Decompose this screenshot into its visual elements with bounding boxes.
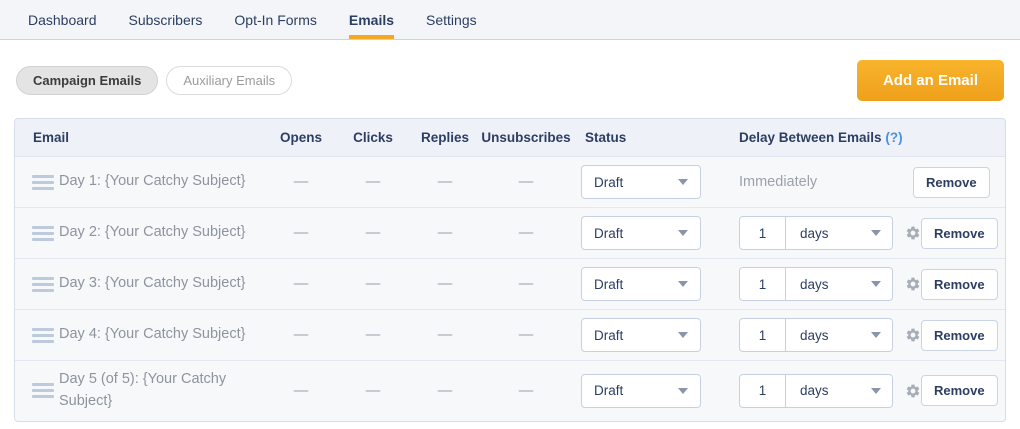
drag-handle-icon[interactable] (32, 276, 54, 292)
delay-help-link[interactable]: (?) (885, 130, 902, 145)
chevron-down-icon (871, 387, 881, 394)
unsubscribes-value: — (518, 382, 534, 399)
opens-value: — (293, 276, 309, 292)
header-delay-label: Delay Between Emails (739, 130, 882, 145)
status-value: Draft (594, 174, 624, 190)
header-status: Status (585, 130, 627, 145)
unsubscribes-value: — (518, 225, 534, 241)
delay-unit-value: days (800, 225, 829, 241)
table-header-row: Email Opens Clicks Replies Unsubscribes … (15, 119, 1005, 157)
gear-icon[interactable] (905, 383, 921, 399)
replies-value: — (437, 327, 453, 343)
status-value: Draft (594, 327, 624, 343)
unsubscribes-value: — (518, 327, 534, 343)
table-row: Day 1: {Your Catchy Subject} — — — — Dra… (15, 157, 1005, 208)
clicks-value: — (365, 327, 381, 343)
drag-handle-icon[interactable] (32, 174, 54, 190)
email-subject: Day 3: {Your Catchy Subject} (59, 275, 246, 292)
table-row: Day 4: {Your Catchy Subject} — — — — Dra… (15, 310, 1005, 361)
header-delay: Delay Between Emails (?) (725, 130, 913, 145)
remove-button[interactable]: Remove (913, 166, 990, 198)
chevron-down-icon (678, 332, 688, 338)
status-dropdown[interactable]: Draft (581, 216, 701, 250)
gear-icon[interactable] (905, 225, 921, 241)
header-email: Email (33, 130, 70, 145)
table-row: Day 3: {Your Catchy Subject} — — — — Dra… (15, 259, 1005, 310)
table-row: Day 5 (of 5): {Your Catchy Subject} — — … (15, 361, 1005, 421)
tab-opt-in-forms[interactable]: Opt-In Forms (234, 0, 316, 39)
drag-handle-icon[interactable] (32, 327, 54, 343)
toolbar: Campaign Emails Auxiliary Emails Add an … (0, 60, 1020, 101)
delay-unit-value: days (800, 327, 829, 343)
replies-value: — (437, 382, 453, 399)
clicks-value: — (365, 382, 381, 399)
unsubscribes-value: — (518, 276, 534, 292)
chevron-down-icon (871, 332, 881, 338)
add-email-button[interactable]: Add an Email (856, 60, 1004, 101)
remove-button[interactable]: Remove (921, 268, 998, 300)
top-navbar: Dashboard Subscribers Opt-In Forms Email… (0, 0, 1020, 40)
remove-button[interactable]: Remove (921, 217, 998, 249)
delay-value-input[interactable] (740, 217, 786, 249)
delay-unit-dropdown[interactable]: days (786, 319, 892, 351)
opens-value: — (293, 382, 309, 399)
replies-value: — (437, 276, 453, 292)
drag-handle-icon[interactable] (32, 383, 54, 399)
opens-value: — (293, 225, 309, 241)
status-value: Draft (594, 225, 624, 241)
delay-unit-value: days (800, 276, 829, 292)
chevron-down-icon (871, 230, 881, 236)
chevron-down-icon (678, 281, 688, 287)
status-value: Draft (594, 276, 624, 292)
filter-auxiliary-emails[interactable]: Auxiliary Emails (166, 66, 293, 95)
delay-unit-value: days (800, 383, 829, 399)
header-replies: Replies (420, 130, 470, 145)
chevron-down-icon (678, 230, 688, 236)
email-subject: Day 4: {Your Catchy Subject} (59, 326, 246, 343)
status-dropdown[interactable]: Draft (581, 373, 701, 408)
delay-value-input[interactable] (740, 374, 786, 407)
email-subject: Day 1: {Your Catchy Subject} (59, 173, 246, 190)
status-dropdown[interactable]: Draft (581, 267, 701, 301)
emails-table: Email Opens Clicks Replies Unsubscribes … (14, 118, 1006, 422)
delay-immediately-label: Immediately (739, 174, 818, 190)
email-type-filter: Campaign Emails Auxiliary Emails (16, 66, 293, 95)
replies-value: — (437, 174, 453, 190)
table-row: Day 2: {Your Catchy Subject} — — — — Dra… (15, 208, 1005, 259)
clicks-value: — (365, 174, 381, 190)
tab-dashboard[interactable]: Dashboard (28, 0, 97, 39)
remove-button[interactable]: Remove (921, 319, 998, 351)
clicks-value: — (365, 276, 381, 292)
opens-value: — (293, 327, 309, 343)
remove-button[interactable]: Remove (921, 375, 998, 407)
tab-emails[interactable]: Emails (348, 0, 395, 39)
tab-subscribers[interactable]: Subscribers (129, 0, 203, 39)
header-clicks: Clicks (353, 130, 393, 145)
clicks-value: — (365, 225, 381, 241)
drag-handle-icon[interactable] (32, 225, 54, 241)
unsubscribes-value: — (518, 174, 534, 190)
filter-campaign-emails[interactable]: Campaign Emails (16, 66, 159, 95)
opens-value: — (293, 174, 309, 190)
email-subject: Day 5 (of 5): {Your Catchy Subject} (59, 371, 227, 409)
status-dropdown[interactable]: Draft (581, 318, 701, 352)
chevron-down-icon (678, 179, 688, 185)
status-dropdown[interactable]: Draft (581, 165, 701, 199)
delay-value-input[interactable] (740, 319, 786, 351)
delay-unit-dropdown[interactable]: days (786, 268, 892, 300)
gear-icon[interactable] (905, 327, 921, 343)
replies-value: — (437, 225, 453, 241)
delay-unit-dropdown[interactable]: days (786, 375, 892, 407)
status-value: Draft (594, 383, 624, 399)
header-unsubscribes: Unsubscribes (481, 130, 571, 145)
chevron-down-icon (871, 281, 881, 287)
tab-settings[interactable]: Settings (426, 0, 477, 39)
gear-icon[interactable] (905, 276, 921, 292)
delay-value-input[interactable] (740, 268, 786, 300)
email-subject: Day 2: {Your Catchy Subject} (59, 224, 246, 241)
delay-unit-dropdown[interactable]: days (786, 217, 892, 249)
chevron-down-icon (678, 387, 688, 394)
header-opens: Opens (279, 130, 322, 145)
